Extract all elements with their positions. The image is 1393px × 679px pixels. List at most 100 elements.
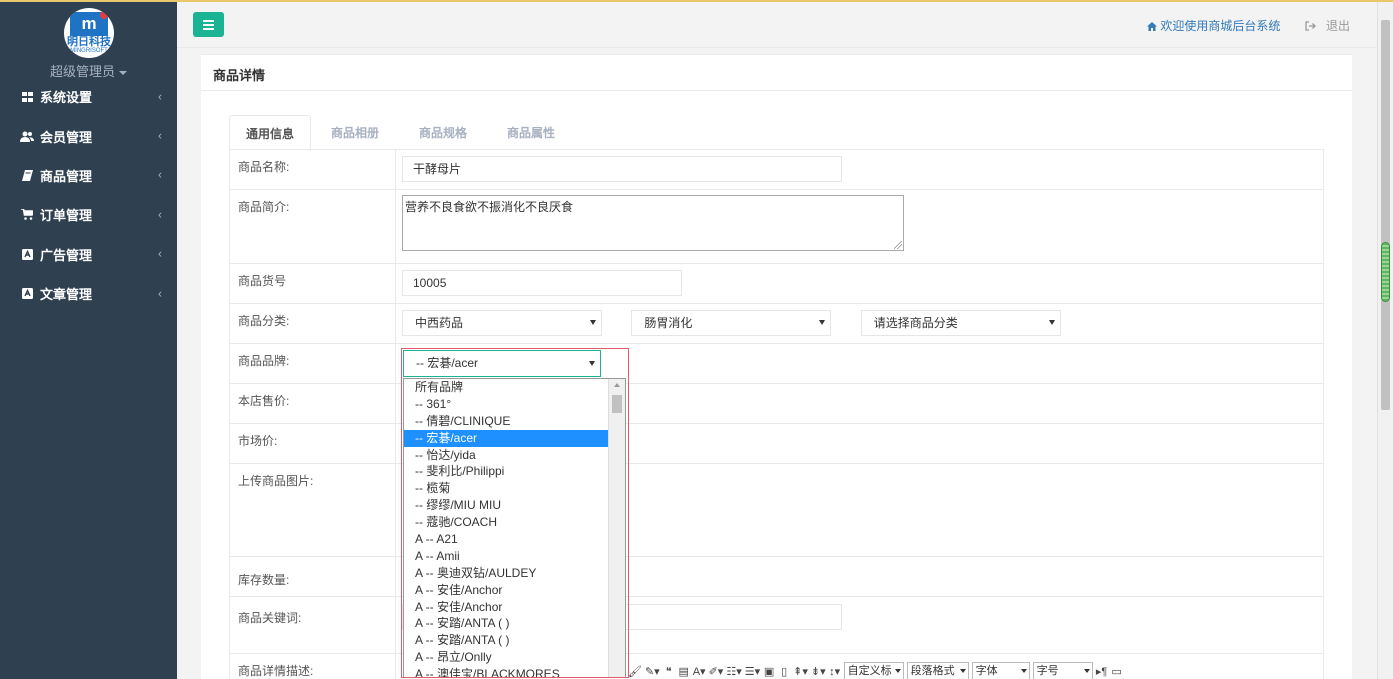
tab-spec[interactable]: 商品规格 (399, 115, 487, 151)
scrollbar-grip[interactable] (1381, 242, 1390, 302)
product-detail-panel: 商品详情 通用信息 商品相册 商品规格 商品属性 商品名称: 干酵母片 商品简介… (201, 54, 1352, 679)
sidebar-item-products[interactable]: 商品管理 ‹ (0, 156, 177, 195)
paragraph-direction-icon[interactable]: ▸¶ (1096, 665, 1108, 678)
monitor-icon[interactable]: ▭ (1111, 665, 1123, 678)
row-spacing-top-icon[interactable]: ⇞▾ (793, 665, 808, 678)
brand-option[interactable]: A -- A21 (404, 531, 609, 548)
eraser-icon[interactable]: ✎▾ (645, 665, 660, 678)
caret-down-icon (589, 361, 595, 366)
form-row-shop-price: 本店售价: (230, 384, 1323, 424)
unordered-list-icon[interactable]: ☰▾ (745, 665, 760, 678)
sidebar-item-ads[interactable]: 广告管理 ‹ (0, 235, 177, 274)
scroll-up-icon[interactable] (614, 383, 620, 387)
brand-option[interactable]: A -- 奥迪双钻/AULDEY (404, 565, 609, 582)
top-accent-line (0, 0, 1393, 2)
product-sn-input[interactable]: 10005 (402, 270, 682, 296)
font-select[interactable]: 字体 (971, 662, 1030, 679)
form-label: 上传商品图片: (230, 464, 396, 556)
sidebar-item-system[interactable]: 系统设置 ‹ (0, 77, 177, 116)
sidebar-nav: 系统设置 ‹ 会员管理 ‹ 商品管理 ‹ 订单管理 ‹ 广告管理 ‹ 文章管理 … (0, 77, 177, 313)
sidebar-item-label: 订单管理 (40, 208, 93, 224)
tab-attributes[interactable]: 商品属性 (487, 115, 575, 151)
brand-option[interactable]: -- 斐利比/Philippi (404, 463, 609, 480)
page-scrollbar-thumb[interactable] (1381, 20, 1390, 410)
brand-option[interactable]: A -- 安踏/ANTA ( ) (404, 615, 609, 632)
quote-icon[interactable]: ❝ (663, 665, 675, 678)
brand-option[interactable]: -- 蔻驰/COACH (404, 514, 609, 531)
brand-dropdown-list[interactable]: 所有品牌 -- 361° -- 倩碧/CLINIQUE -- 宏碁/acer -- 怡达… (403, 378, 626, 678)
form-row-brand: 商品品牌: (230, 344, 1323, 384)
brand-option[interactable]: A -- 安佳/Anchor (404, 582, 609, 599)
chevron-left-icon: ‹ (158, 88, 162, 103)
paste-icon[interactable]: ▤ (678, 665, 690, 678)
line-height-icon[interactable]: ↕▾ (829, 665, 841, 678)
brand-options: 所有品牌 -- 361° -- 倩碧/CLINIQUE -- 宏碁/acer -- 怡达… (404, 379, 625, 677)
form-label: 库存数量: (230, 557, 396, 596)
sidebar-item-orders[interactable]: 订单管理 ‹ (0, 195, 177, 234)
category-select-3[interactable]: 请选择商品分类 (860, 310, 1061, 336)
category-select-1[interactable]: 中西药品 (402, 310, 602, 336)
summary-text: 营养不良食欲不振消化不良厌食 (405, 200, 574, 214)
form-row-category: 商品分类: 中西药品 肠胃消化 请选择商品分类 (230, 304, 1323, 344)
form-label: 本店售价: (230, 384, 396, 423)
brush-icon[interactable]: 🖌 (628, 665, 642, 678)
page-scrollbar[interactable] (1377, 2, 1393, 679)
top-header: 欢迎使用商城后台系统 退出 (177, 2, 1377, 48)
brand-option[interactable]: 所有品牌 (404, 379, 609, 396)
dropdown-scrollbar[interactable] (608, 379, 625, 677)
ordered-list-icon[interactable]: ☷▾ (726, 665, 741, 678)
document-icon[interactable]: ▯ (778, 665, 790, 678)
resize-handle[interactable] (894, 241, 902, 249)
brand-option[interactable]: -- 榄菊 (404, 480, 609, 497)
brand-option[interactable]: -- 倩碧/CLINIQUE (404, 413, 609, 430)
brand-option[interactable]: -- 缪缪/MIU MIU (404, 497, 609, 514)
category-select-2[interactable]: 肠胃消化 (631, 310, 832, 336)
image-icon[interactable]: ▣ (763, 665, 775, 678)
highlight-icon[interactable]: ✐▾ (709, 665, 724, 678)
form-label: 市场价: (230, 424, 396, 463)
logout-link[interactable]: 退出 (1305, 17, 1350, 34)
sidebar-item-label: 会员管理 (40, 129, 93, 145)
welcome-text: 欢迎使用商城后台系统 (1160, 19, 1281, 33)
brand-select[interactable]: -- 宏碁/acer (403, 350, 601, 377)
brand-option[interactable]: -- 怡达/yida (404, 447, 609, 464)
brand-option[interactable]: A -- 昂立/Onlly (404, 649, 609, 666)
dropdown-scrollbar-thumb[interactable] (612, 395, 622, 413)
logo-dot (100, 11, 108, 19)
brand-option[interactable]: -- 宏碁/acer (404, 429, 609, 447)
row-spacing-bottom-icon[interactable]: ⇟▾ (811, 665, 826, 678)
product-name-input[interactable]: 干酵母片 (402, 156, 842, 182)
caret-down-icon (119, 70, 127, 75)
image-icon (20, 288, 34, 300)
brand-option[interactable]: A -- 安踏/ANTA ( ) (404, 632, 609, 649)
form-row-stock: 库存数量: (230, 557, 1323, 597)
menu-toggle-button[interactable] (193, 12, 224, 37)
chevron-left-icon: ‹ (158, 128, 162, 143)
paragraph-select[interactable]: 段落格式 (906, 662, 969, 679)
custom-title-select[interactable]: 自定义标 (843, 662, 904, 679)
brand-option[interactable]: -- 361° (404, 396, 609, 413)
brand-option[interactable]: A -- Amii (404, 548, 609, 565)
caret-down-icon (590, 320, 596, 325)
form-label: 商品货号 (230, 264, 396, 303)
logo: m 明日科技 MINGRISOFT (64, 8, 114, 58)
font-color-icon[interactable]: A▾ (693, 665, 706, 678)
sidebar-item-members[interactable]: 会员管理 ‹ (0, 116, 177, 155)
users-icon (20, 130, 34, 142)
product-summary-textarea[interactable]: 营养不良食欲不振消化不良厌食 (402, 195, 904, 251)
logo-sub: MINGRISOFT (70, 48, 108, 54)
product-form: 商品名称: 干酵母片 商品简介: 营养不良食欲不振消化不良厌食 商品货号 100… (229, 149, 1324, 679)
form-row-name: 商品名称: 干酵母片 (230, 150, 1323, 190)
tab-general[interactable]: 通用信息 (229, 115, 312, 151)
grid-icon (20, 91, 34, 103)
tab-album[interactable]: 商品相册 (311, 115, 399, 151)
form-row-market-price: 市场价: (230, 424, 1323, 464)
font-size-select[interactable]: 字号 (1032, 662, 1093, 679)
welcome-link[interactable]: 欢迎使用商城后台系统 (1147, 17, 1280, 34)
brand-option[interactable]: A -- 澳佳宝/BLACKMORES (404, 666, 609, 677)
brand-option[interactable]: A -- 安佳/Anchor (404, 599, 609, 616)
sidebar-item-articles[interactable]: 文章管理 ‹ (0, 274, 177, 313)
image-icon (20, 248, 34, 260)
logo-text: 明日科技 (67, 36, 111, 48)
book-icon (20, 169, 34, 181)
